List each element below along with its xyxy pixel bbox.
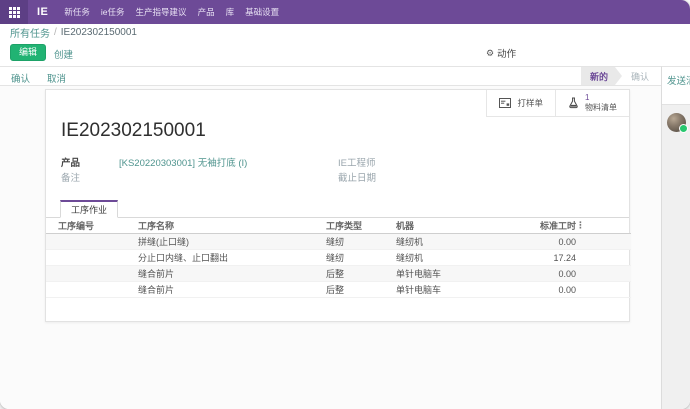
document-icon	[499, 98, 511, 108]
tab-bar: 工序作业	[46, 200, 629, 218]
nav-new-task[interactable]: 新任务	[64, 6, 90, 18]
op-machine-cell: 缝纫机	[396, 234, 516, 250]
action-menu-button[interactable]: ⚙ 动作	[486, 46, 516, 60]
cancel-button[interactable]: 取消	[47, 71, 66, 85]
window: IE 新任务 ie任务 生产指导建议 产品 库 基础设置 所有任务 / IE20…	[0, 0, 690, 409]
operation-row[interactable]: 缝合前片 后整 单针电脑车 0.00	[46, 266, 631, 282]
apps-menu-button[interactable]	[0, 0, 28, 24]
deadline-field-label: 截止日期	[338, 170, 376, 184]
field-group: 产品 [KS20220303001] 无袖打底 (I) 备注 IE工程师 截止日…	[61, 154, 614, 184]
op-code-cell	[46, 282, 138, 298]
op-type-cell: 后整	[326, 282, 396, 298]
op-hours-cell: 0.00	[516, 266, 576, 282]
print-sample-button[interactable]: 打样单	[486, 90, 555, 117]
operations-table: 工序编号 工序名称 工序类型 机器 标准工时 ⋮ 拼缝(止口缝) 缝纫 缝纫机 …	[46, 218, 631, 298]
engineer-field-label: IE工程师	[338, 155, 375, 169]
breadcrumb-parent-link[interactable]: 所有任务	[10, 25, 50, 40]
status-bar: 确认 取消 新的 确认	[0, 66, 661, 86]
op-extra-cell	[576, 250, 631, 266]
op-name-cell: 缝合前片	[138, 282, 326, 298]
bom-smart-button[interactable]: 1 物料清单	[555, 90, 629, 117]
col-header-op-name[interactable]: 工序名称	[138, 218, 326, 234]
op-type-cell: 后整	[326, 266, 396, 282]
action-menu-label: 动作	[497, 46, 516, 60]
op-code-cell	[46, 250, 138, 266]
nav-ie-task[interactable]: ie任务	[101, 6, 125, 18]
op-machine-cell: 单针电脑车	[396, 266, 516, 282]
nav-inventory[interactable]: 库	[226, 6, 235, 18]
form-sheet: 打样单 1 物料清单 IE202302150001	[45, 89, 630, 322]
op-hours-cell: 0.00	[516, 282, 576, 298]
confirm-button[interactable]: 确认	[11, 71, 30, 85]
notebook: 工序作业 工序编号 工序名称 工序类型 机器 标准工时 ⋮	[46, 200, 629, 298]
op-extra-cell	[576, 282, 631, 298]
operation-row[interactable]: 缝合前片 后整 单针电脑车 0.00	[46, 282, 631, 298]
apps-grid-icon	[9, 7, 20, 18]
create-button[interactable]: 创建	[54, 47, 73, 61]
smart-button-box: 打样单 1 物料清单	[486, 90, 629, 117]
send-message-button[interactable]: 发送消息	[662, 67, 690, 87]
col-header-op-code[interactable]: 工序编号	[46, 218, 138, 234]
main-menu: 新任务 ie任务 生产指导建议 产品 库 基础设置	[64, 6, 279, 18]
op-machine-cell: 单针电脑车	[396, 282, 516, 298]
control-bar: 编辑 创建 ⚙ 动作	[0, 41, 690, 66]
operations-header-row: 工序编号 工序名称 工序类型 机器 标准工时 ⋮	[46, 218, 631, 234]
operations-tbody: 拼缝(止口缝) 缝纫 缝纫机 0.00 分止口内缝、止口翻出 缝纫 缝纫机 17…	[46, 234, 631, 298]
product-field-label: 产品	[61, 155, 119, 169]
online-status-dot	[679, 124, 688, 133]
breadcrumb-separator: /	[54, 27, 57, 38]
op-code-cell	[46, 266, 138, 282]
optional-columns-icon[interactable]: ⋮	[576, 220, 585, 230]
stage-indicator: 新的 确认	[581, 67, 652, 85]
bom-button-text: 1 物料清单	[585, 93, 617, 112]
operation-row[interactable]: 拼缝(止口缝) 缝纫 缝纫机 0.00	[46, 234, 631, 250]
bom-label: 物料清单	[585, 103, 617, 113]
field-group-left: 产品 [KS20220303001] 无袖打底 (I) 备注	[61, 154, 338, 184]
product-field-value[interactable]: [KS20220303001] 无袖打底 (I)	[119, 155, 247, 169]
flask-icon	[568, 97, 579, 109]
top-navbar: IE 新任务 ie任务 生产指导建议 产品 库 基础设置	[0, 0, 690, 24]
col-header-machine[interactable]: 机器	[396, 218, 516, 234]
main-content: 打样单 1 物料清单 IE202302150001	[0, 86, 661, 409]
nav-production-guidance[interactable]: 生产指导建议	[136, 6, 187, 18]
op-type-cell: 缝纫	[326, 250, 396, 266]
op-name-cell: 分止口内缝、止口翻出	[138, 250, 326, 266]
op-extra-cell	[576, 266, 631, 282]
stage-new[interactable]: 新的	[581, 67, 622, 85]
breadcrumb-current: IE202302150001	[61, 27, 137, 38]
breadcrumb: 所有任务 / IE202302150001	[0, 24, 690, 41]
op-code-cell	[46, 234, 138, 250]
record-title: IE202302150001	[61, 120, 206, 142]
op-hours-cell: 17.24	[516, 250, 576, 266]
col-header-std-hours[interactable]: 标准工时	[516, 218, 576, 234]
operation-row[interactable]: 分止口内缝、止口翻出 缝纫 缝纫机 17.24	[46, 250, 631, 266]
field-group-right: IE工程师 截止日期	[338, 154, 614, 184]
op-hours-cell: 0.00	[516, 234, 576, 250]
app-brand[interactable]: IE	[37, 6, 48, 18]
chatter-panel: 发送消息	[661, 66, 690, 409]
chatter-message-area	[662, 104, 690, 409]
op-name-cell: 拼缝(止口缝)	[138, 234, 326, 250]
op-type-cell: 缝纫	[326, 234, 396, 250]
edit-button[interactable]: 编辑	[10, 44, 46, 61]
op-name-cell: 缝合前片	[138, 266, 326, 282]
tab-operations[interactable]: 工序作业	[60, 200, 118, 218]
op-extra-cell	[576, 234, 631, 250]
remark-field-label: 备注	[61, 170, 119, 184]
op-machine-cell: 缝纫机	[396, 250, 516, 266]
stage-confirmed[interactable]: 确认	[622, 67, 652, 85]
gear-icon: ⚙	[486, 49, 494, 58]
print-sample-label: 打样单	[517, 97, 543, 109]
avatar	[667, 113, 686, 132]
col-header-op-type[interactable]: 工序类型	[326, 218, 396, 234]
nav-basic-settings[interactable]: 基础设置	[245, 6, 279, 18]
nav-product[interactable]: 产品	[198, 6, 215, 18]
bom-count: 1	[585, 93, 617, 103]
